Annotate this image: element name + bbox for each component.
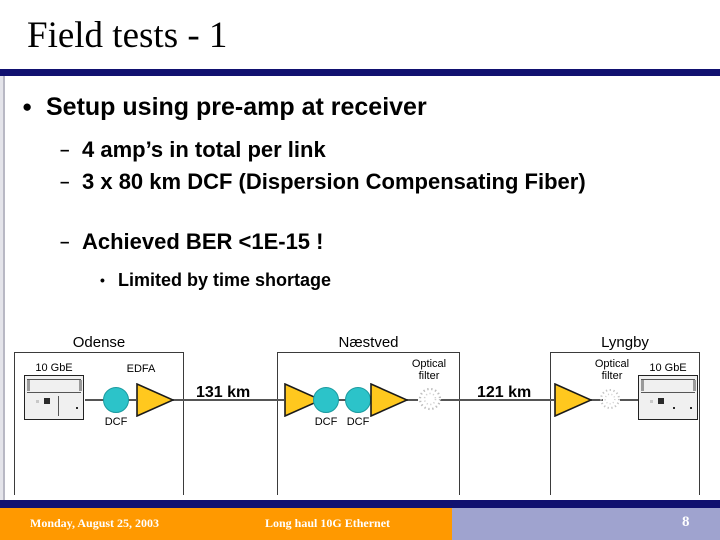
- bullet-content: ● Setup using pre-amp at receiver – 4 am…: [0, 76, 720, 336]
- optical-filter-label-1-line2: filter: [418, 370, 440, 382]
- station-label-naestved: Næstved: [338, 334, 399, 351]
- dcf-label-3: DCF: [346, 416, 370, 428]
- amplifier-triangle-icon: [554, 383, 592, 417]
- dcf-label-1: DCF: [104, 416, 128, 428]
- footer-page-number: 8: [682, 514, 690, 530]
- title-divider-bar: [0, 69, 720, 76]
- optical-filter-icon-2: [597, 386, 623, 412]
- bullet-level2-ber: – Achieved BER <1E-15 !: [60, 228, 670, 256]
- bullet-level2-text: Achieved BER <1E-15 !: [82, 229, 324, 254]
- dcf-module-3: [345, 387, 371, 413]
- page-title: Field tests - 1: [27, 15, 228, 56]
- terminal-label-10gbe: 10 GbE: [35, 362, 73, 374]
- span-length-2: 121 km: [477, 384, 532, 401]
- bullet-level2-amps: – 4 amp’s in total per link: [60, 136, 670, 164]
- dcf-module-1: [103, 387, 129, 413]
- station-label-lyngby: Lyngby: [601, 334, 649, 351]
- bullet-level2-text: 3 x 80 km DCF (Dispersion Compensating F…: [82, 169, 586, 194]
- terminal-10gbe-odense: [24, 375, 84, 420]
- amplifier-label-edfa: EDFA: [126, 363, 156, 375]
- amplifier-triangle-icon: [136, 383, 174, 417]
- bullet-marker-dash: –: [60, 172, 70, 191]
- span-length-1: 131 km: [196, 384, 251, 401]
- optical-filter-label-1-line1: Optical: [411, 358, 447, 370]
- bullet-marker-dash: –: [60, 232, 70, 251]
- footer-lavender-band: [452, 508, 720, 540]
- optical-filter-dotted-circle-icon: [600, 389, 620, 409]
- bullet-level1-text: Setup using pre-amp at receiver: [46, 93, 427, 121]
- bullet-level3-limited: • Limited by time shortage: [100, 268, 660, 292]
- amplifier-lyngby-preamp: [554, 383, 592, 417]
- bullet-marker-dash: –: [60, 140, 70, 159]
- amplifier-edfa-odense: [136, 383, 174, 417]
- terminal-10gbe-lyngby: [638, 375, 698, 420]
- footer-date: Monday, August 25, 2003: [30, 516, 160, 530]
- terminal-label-10gbe: 10 GbE: [649, 362, 687, 374]
- bullet-marker-disc: ●: [22, 97, 33, 116]
- slide: Field tests - 1 ● Setup using pre-amp at…: [0, 0, 720, 540]
- fiber-line-segment: [528, 399, 554, 401]
- dcf-module-2: [313, 387, 339, 413]
- optical-filter-dotted-circle-icon: [418, 387, 442, 411]
- footer-divider-bar: [0, 500, 720, 508]
- station-label-odense: Odense: [72, 334, 126, 351]
- bullet-level2-dcf: – 3 x 80 km DCF (Dispersion Compensating…: [60, 168, 665, 196]
- bullet-level3-text: Limited by time shortage: [118, 270, 332, 290]
- fiber-line-segment: [262, 399, 284, 401]
- network-diagram: Odense Næstved Lyngby 10 GbE DCF EDFA 13…: [0, 330, 720, 495]
- bullet-marker-dot: •: [100, 272, 105, 288]
- amplifier-naestved-out: [370, 383, 408, 417]
- optical-filter-label-2-line2: filter: [601, 370, 623, 382]
- optical-filter-icon-1: [416, 385, 444, 413]
- bullet-level2-text: 4 amp’s in total per link: [82, 137, 326, 162]
- amplifier-triangle-icon: [370, 383, 408, 417]
- bullet-level1-setup: ● Setup using pre-amp at receiver: [22, 92, 662, 122]
- footer-subject: Long haul 10G Ethernet: [265, 516, 391, 530]
- optical-filter-label-2-line1: Optical: [594, 358, 630, 370]
